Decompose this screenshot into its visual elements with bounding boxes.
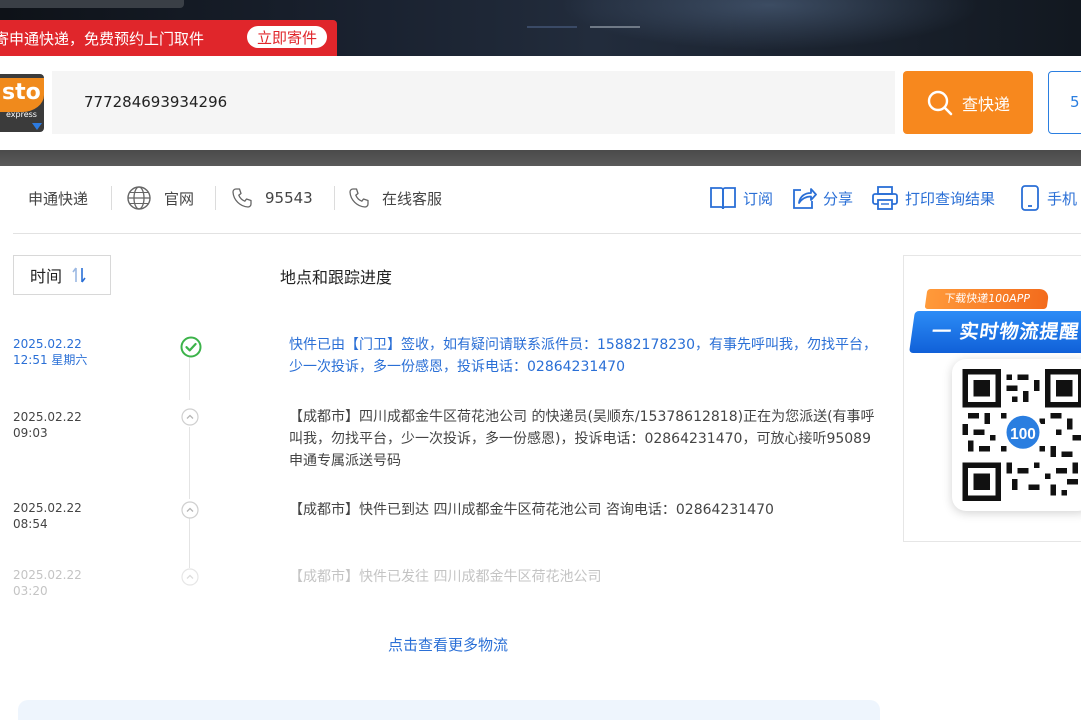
subscribe-button[interactable]: 订阅 (709, 166, 773, 230)
event-description: 【成都市】四川成都金牛区荷花池公司 的快递员(吴顺东/15378612818)正… (289, 406, 881, 472)
logo-text: sto (0, 78, 44, 112)
chevron-up-icon (181, 408, 199, 426)
qr-code-icon: 100 (962, 369, 1081, 501)
carrier-info-bar: 申通快递 官网 95543 在线客服 订阅 (13, 166, 1081, 234)
divider (334, 186, 335, 210)
event-datetime: 2025.02.22 03:20 (13, 567, 82, 599)
website-label: 官网 (164, 188, 194, 209)
event-date: 2025.02.22 (13, 409, 82, 425)
carousel-indicator[interactable] (527, 26, 577, 28)
sto-logo[interactable]: sto express (0, 74, 44, 132)
timeline-line (189, 427, 190, 499)
carousel-indicator-active[interactable] (590, 26, 640, 28)
time-header: 时间 (30, 263, 62, 287)
event-time: 12:51 星期六 (13, 352, 87, 368)
divider (111, 186, 112, 210)
phone-link[interactable]: 95543 (231, 166, 313, 230)
search-button-label: 查快递 (962, 91, 1010, 115)
event-datetime: 2025.02.22 08:54 (13, 500, 82, 532)
event-description: 【成都市】快件已到达 四川成都金牛区荷花池公司 咨询电话：02864231470 (289, 499, 881, 521)
header-divider-strip (0, 150, 1081, 166)
globe-icon (126, 185, 152, 211)
banner-scroll-tab (0, 0, 184, 8)
event-time: 08:54 (13, 516, 82, 532)
time-sort-button[interactable]: 时间 (13, 255, 111, 295)
divider (215, 186, 216, 210)
share-button[interactable]: 分享 (791, 166, 853, 230)
online-service-label: 在线客服 (382, 188, 442, 209)
subscribe-label: 订阅 (743, 188, 773, 209)
website-link[interactable]: 官网 (126, 166, 194, 230)
bottom-panel (18, 700, 880, 720)
promo-text: 寄申通快递，免费预约上门取件 (0, 28, 204, 49)
event-datetime: 2025.02.22 12:51 星期六 (13, 336, 87, 368)
event-date: 2025.02.22 (13, 500, 82, 516)
mobile-label: 手机 (1047, 188, 1077, 209)
event-date: 2025.02.22 (13, 336, 87, 352)
timeline-line (189, 356, 190, 400)
chevron-up-icon (181, 568, 199, 586)
banner-glow (560, 0, 980, 50)
view-more-link[interactable]: 点击查看更多物流 (388, 634, 508, 655)
printer-icon (871, 185, 899, 211)
phone-icon (348, 187, 370, 209)
app-download-ad[interactable]: 下载快递100APP 一 实时物流提醒 (903, 255, 1081, 542)
logo-subtext: express (6, 110, 37, 119)
phone-icon (231, 187, 253, 209)
event-date: 2025.02.22 (13, 567, 82, 583)
secondary-button[interactable]: 5. (1048, 71, 1081, 134)
ad-headline: 一 实时物流提醒 (909, 311, 1081, 353)
qr-badge: 100 (1010, 426, 1036, 443)
carrier-name-label: 申通快递 (28, 188, 88, 209)
mobile-phone-icon (1019, 184, 1041, 212)
send-now-button[interactable]: 立即寄件 (247, 26, 327, 48)
carrier-name: 申通快递 (28, 166, 88, 230)
phone-number: 95543 (265, 189, 313, 207)
event-time: 03:20 (13, 583, 82, 599)
search-header: sto express 777284693934296 查快递 5. (0, 56, 1081, 150)
search-button[interactable]: 查快递 (903, 71, 1033, 134)
print-label: 打印查询结果 (905, 188, 995, 209)
online-service-link[interactable]: 在线客服 (348, 166, 442, 230)
tracking-number-input[interactable]: 777284693934296 (52, 71, 895, 134)
logo-dropdown-icon (32, 123, 42, 130)
top-banner: 寄申通快递，免费预约上门取件 立即寄件 (0, 0, 1081, 56)
qr-code-card[interactable]: 100 (952, 359, 1081, 511)
event-time: 09:03 (13, 425, 82, 441)
location-header: 地点和跟踪进度 (280, 264, 392, 288)
mobile-button[interactable]: 手机 (1019, 166, 1077, 230)
book-icon (709, 185, 737, 211)
print-button[interactable]: 打印查询结果 (871, 166, 995, 230)
ad-tag: 下载快递100APP (925, 289, 1050, 309)
sort-arrows-icon (72, 266, 86, 284)
promo-banner[interactable]: 寄申通快递，免费预约上门取件 立即寄件 (0, 20, 337, 56)
event-description: 快件已由【门卫】签收，如有疑问请联系派件员：15882178230，有事先呼叫我… (289, 334, 881, 378)
delivered-check-icon (180, 336, 202, 358)
search-icon (926, 89, 954, 117)
timeline-line (189, 518, 190, 568)
event-datetime: 2025.02.22 09:03 (13, 409, 82, 441)
chevron-up-icon (181, 501, 199, 519)
share-label: 分享 (823, 188, 853, 209)
share-icon (791, 185, 817, 211)
event-description: 【成都市】快件已发往 四川成都金牛区荷花池公司 (289, 566, 881, 588)
